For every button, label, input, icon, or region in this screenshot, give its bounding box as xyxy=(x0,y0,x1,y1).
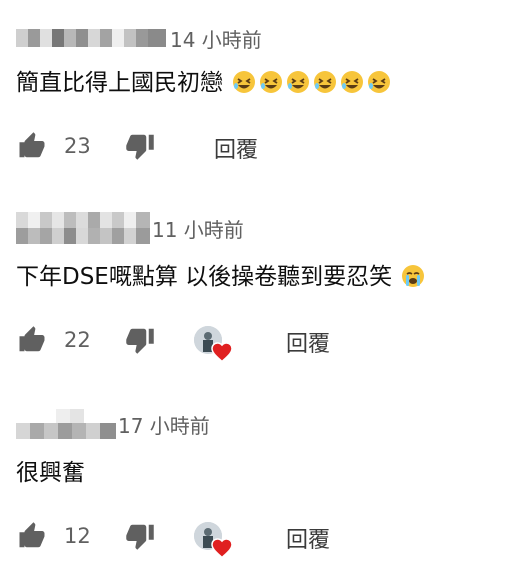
thumbs-up-icon xyxy=(19,522,45,548)
username-blurred[interactable] xyxy=(16,29,166,47)
dislike-button[interactable] xyxy=(122,518,158,554)
like-count: 23 xyxy=(64,134,91,158)
comment-header: 14 小時前 xyxy=(16,24,262,52)
thumbs-down-icon xyxy=(126,134,154,160)
reply-button[interactable]: 回覆 xyxy=(214,132,258,164)
dislike-button[interactable] xyxy=(122,322,158,358)
comment-text: 下年DSE嘅點算 以後操卷聽到要忍笑 xyxy=(16,262,428,292)
creator-heart-badge xyxy=(194,522,238,560)
thumbs-down-icon xyxy=(126,524,154,550)
comment-actions: 22 回覆 xyxy=(0,322,526,363)
comment-header: 11 小時前 xyxy=(16,212,244,244)
username-blurred[interactable] xyxy=(16,212,150,244)
username-blurred[interactable] xyxy=(16,409,116,439)
heart-icon xyxy=(211,538,233,559)
comment-text: 簡直比得上國民初戀 xyxy=(16,68,394,98)
comment-text: 很興奮 xyxy=(16,458,85,488)
comment-timestamp: 17 小時前 xyxy=(118,413,210,438)
thumbs-up-icon xyxy=(19,326,45,352)
comment-text-content: 很興奮 xyxy=(16,460,85,486)
comment-text-content: 下年DSE嘅點算 以後操卷聽到要忍笑 xyxy=(16,264,393,290)
like-count: 12 xyxy=(64,524,91,548)
thumbs-up-icon xyxy=(19,132,45,158)
rofl-emoji-icon xyxy=(225,70,394,96)
creator-heart-badge xyxy=(194,326,238,364)
comment-text-content: 簡直比得上國民初戀 xyxy=(16,70,223,96)
like-count: 22 xyxy=(64,328,91,352)
like-button[interactable] xyxy=(14,518,50,554)
reply-button[interactable]: 回覆 xyxy=(286,522,330,554)
comment-timestamp: 14 小時前 xyxy=(170,27,262,52)
crying-emoji-icon xyxy=(394,264,428,290)
like-button[interactable] xyxy=(14,322,50,358)
thumbs-down-icon xyxy=(126,328,154,354)
reply-button[interactable]: 回覆 xyxy=(286,326,330,358)
comment-actions: 12 回覆 xyxy=(0,518,526,559)
comment-header: 17 小時前 xyxy=(16,409,210,439)
like-button[interactable] xyxy=(14,128,50,164)
comment-timestamp: 11 小時前 xyxy=(152,217,244,242)
dislike-button[interactable] xyxy=(122,128,158,164)
comment-actions: 23 回覆 xyxy=(0,128,526,164)
heart-icon xyxy=(211,342,233,363)
